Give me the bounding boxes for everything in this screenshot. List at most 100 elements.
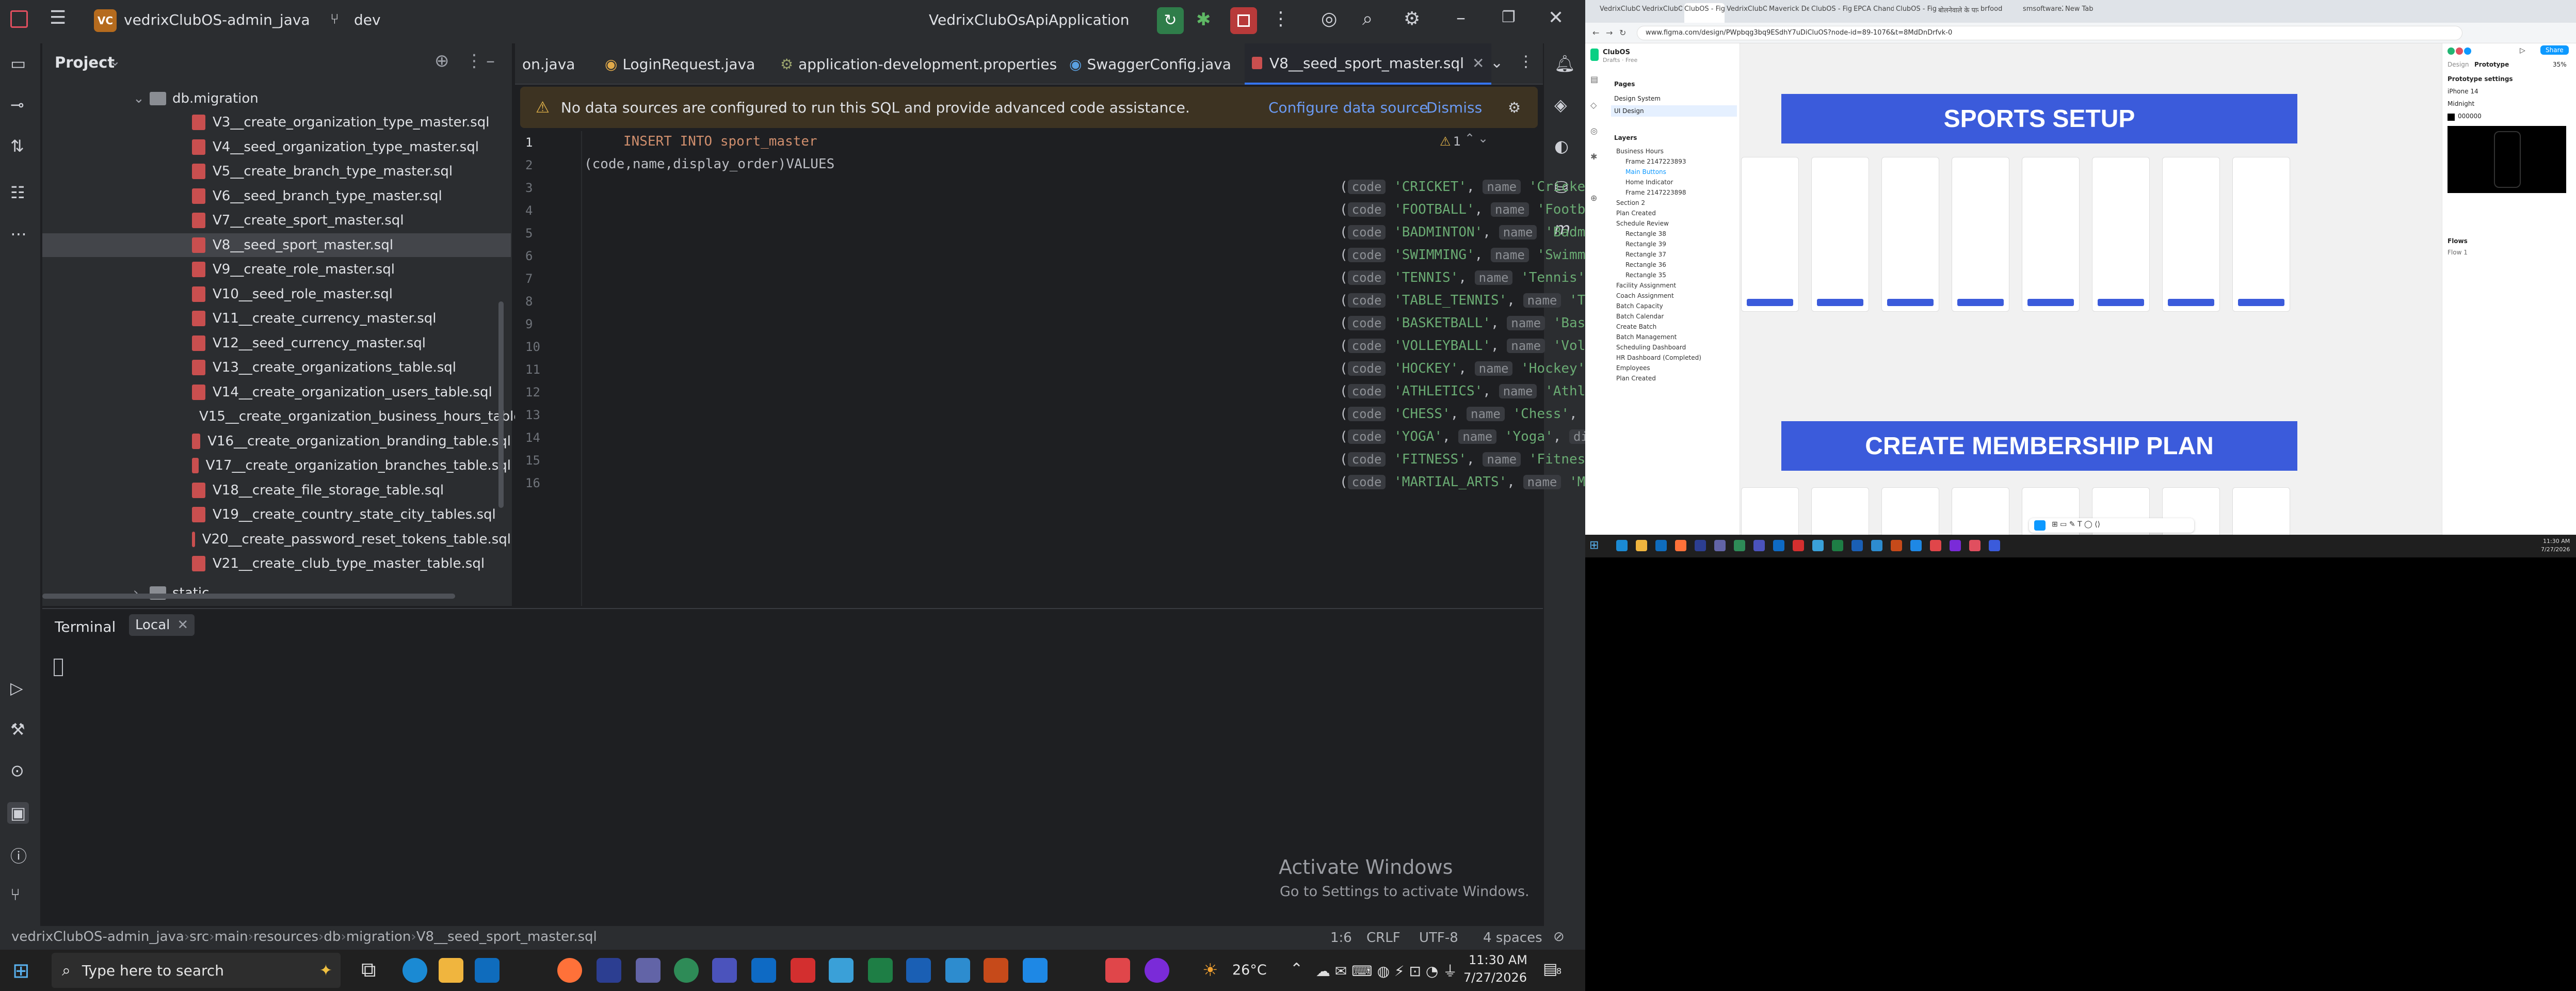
file-tool-icon[interactable]: ▤: [1590, 74, 1598, 84]
layer-item[interactable]: Scheduling Dashboard: [1616, 342, 1686, 353]
app-icon[interactable]: [945, 958, 970, 983]
taskbar-app-icon[interactable]: [1675, 540, 1686, 551]
phone-mockup[interactable]: [1881, 157, 1939, 312]
terminal-tool-icon[interactable]: ▣: [7, 802, 29, 824]
taskbar-app-icon[interactable]: [1989, 540, 2000, 551]
settings-icon[interactable]: ⚙: [1404, 8, 1420, 29]
breadcrumb-item[interactable]: migration: [346, 929, 411, 945]
search-icon[interactable]: ⌕: [1362, 8, 1373, 30]
file-item[interactable]: V11__create_currency_master.sql: [42, 307, 511, 330]
browser-tab[interactable]: ClubOS - Fig: [1684, 3, 1725, 23]
phone-mockup[interactable]: [1741, 487, 1799, 535]
zoom-level[interactable]: 35%: [2553, 61, 2567, 68]
file-item[interactable]: V6__seed_branch_type_master.sql: [42, 184, 511, 208]
banner-settings-icon[interactable]: ⚙: [1508, 99, 1521, 116]
tab-prototype[interactable]: Prototype: [2474, 61, 2509, 68]
hide-panel-icon[interactable]: –: [486, 51, 495, 71]
taskbar-app-icon[interactable]: [1930, 540, 1941, 551]
breadcrumb-item[interactable]: src: [189, 929, 209, 945]
configure-data-source-link[interactable]: Configure data source: [1268, 99, 1428, 116]
browser-tab[interactable]: New Tab: [2065, 5, 2105, 19]
inspection-warning-icon[interactable]: ⚠: [1440, 134, 1451, 149]
tree-folder-migration[interactable]: ⌄ db.migration: [42, 87, 511, 110]
phone-mockup[interactable]: [1741, 157, 1799, 312]
maximize-icon[interactable]: ❐: [1502, 8, 1516, 26]
tray-chevron-icon[interactable]: ⌃: [1290, 960, 1303, 978]
file-item[interactable]: V9__create_role_master.sql: [42, 258, 511, 281]
file-item[interactable]: V3__create_organization_type_master.sql: [42, 110, 511, 134]
section-title-membership[interactable]: CREATE MEMBERSHIP PLAN: [1781, 421, 2297, 471]
address-field[interactable]: www.figma.com/design/PWpbqg3bq9ESdhY7uDi…: [1637, 26, 2462, 40]
debug-icon[interactable]: ✱: [1196, 9, 1211, 30]
browser-tab[interactable]: VedrixClubOS - C: [1727, 5, 1767, 19]
taskbar-app-icon[interactable]: [1852, 540, 1863, 551]
tab-swagger-config[interactable]: ◉ SwaggerConfig.java: [1062, 43, 1238, 85]
panel-title[interactable]: Project: [55, 54, 115, 71]
clock-date[interactable]: 7/27/2026: [2541, 546, 2570, 553]
caret-position[interactable]: 1:6: [1330, 930, 1352, 946]
device-select[interactable]: iPhone 14: [2448, 88, 2478, 95]
layer-item[interactable]: Plan Created: [1616, 373, 1656, 384]
avatar[interactable]: [2448, 47, 2455, 55]
teams-icon[interactable]: [636, 958, 661, 983]
more-tools-icon[interactable]: ⋯: [10, 224, 27, 244]
styles-tool-icon[interactable]: ✱: [1590, 152, 1597, 162]
phone-mockup[interactable]: [2022, 157, 2080, 312]
phone-mockup[interactable]: [1811, 487, 1869, 535]
phone-mockup[interactable]: [1952, 157, 2009, 312]
file-item[interactable]: V14__create_organization_users_table.sql: [42, 380, 511, 404]
rerun-icon[interactable]: ↻: [1157, 7, 1184, 34]
browser-tab[interactable]: Maverick Desig: [1769, 5, 1809, 19]
browser-tab[interactable]: ClubOS - Figma: [1811, 5, 1852, 19]
reload-icon[interactable]: ↻: [1619, 28, 1626, 38]
layer-item[interactable]: Batch Calendar: [1616, 311, 1664, 322]
app-icon[interactable]: [1023, 958, 1048, 983]
app-icon[interactable]: [984, 958, 1008, 983]
taskbar-app-icon[interactable]: [1871, 540, 1882, 551]
layer-item[interactable]: Plan Created: [1616, 207, 1656, 219]
breadcrumb-item[interactable]: V8__seed_sport_master.sql: [416, 929, 597, 945]
close-icon[interactable]: ✕: [177, 617, 188, 633]
move-tool-icon[interactable]: [2034, 520, 2046, 531]
layer-item[interactable]: Facility Assignment: [1616, 280, 1676, 291]
layer-item[interactable]: Batch Management: [1616, 331, 1677, 343]
phone-mockup[interactable]: [2232, 157, 2290, 312]
layer-item[interactable]: Section 2: [1616, 197, 1645, 209]
panel-options-icon[interactable]: ⋮: [465, 51, 483, 71]
close-tab-icon[interactable]: ✕: [1472, 55, 1484, 72]
branch-name[interactable]: dev: [354, 11, 381, 28]
edge-icon[interactable]: [403, 958, 427, 983]
taskbar-app-icon[interactable]: [1753, 540, 1765, 551]
prev-highlight-icon[interactable]: ⌃: [1464, 131, 1475, 146]
assets-tool-icon[interactable]: ◇: [1590, 100, 1597, 110]
structure-icon[interactable]: ☷: [10, 183, 25, 202]
terminal-tab-local[interactable]: Local ✕: [129, 614, 195, 636]
project-name[interactable]: vedrixClubOS-admin_java: [124, 11, 310, 28]
layer-item[interactable]: Rectangle 38: [1625, 228, 1666, 239]
file-item[interactable]: V4__seed_organization_type_master.sql: [42, 135, 511, 159]
taskbar-app-icon[interactable]: [1793, 540, 1804, 551]
share-button[interactable]: Share: [2540, 45, 2569, 55]
file-item[interactable]: V19__create_country_state_city_tables.sq…: [42, 503, 511, 526]
file-item[interactable]: V7__create_sport_master.sql: [42, 209, 511, 232]
file-item[interactable]: V8__seed_sport_master.sql: [42, 233, 511, 257]
figma-tools[interactable]: ⊞ ▭ ✎ T ◯ ⟨⟩: [2052, 520, 2100, 529]
outlook-icon[interactable]: [475, 958, 500, 983]
tray-icons[interactable]: ☁ ✉ ⌨ ◍ ⚡ ⊡ ◔ ⏚: [1316, 960, 1457, 981]
tab-on-java[interactable]: on.java: [515, 43, 582, 85]
phone-mockup[interactable]: [1881, 487, 1939, 535]
tabs-dropdown-icon[interactable]: ⌄: [1490, 54, 1503, 72]
figma-logo-icon[interactable]: [1590, 49, 1599, 61]
section-title-sports-setup[interactable]: SPORTS SETUP: [1781, 94, 2297, 143]
taskbar-app-icon[interactable]: [1636, 540, 1647, 551]
taskbar-app-icon[interactable]: [1891, 540, 1902, 551]
avatar[interactable]: [2464, 47, 2471, 55]
phone-mockup[interactable]: [1811, 157, 1869, 312]
gradle-icon[interactable]: ◐: [1554, 136, 1569, 156]
forward-icon[interactable]: →: [1606, 28, 1613, 38]
phone-mockup[interactable]: [2092, 157, 2150, 312]
excel-icon[interactable]: [868, 958, 893, 983]
layer-item[interactable]: Rectangle 35: [1625, 269, 1666, 281]
taskbar-app-icon[interactable]: [1734, 540, 1745, 551]
layer-item[interactable]: Main Buttons: [1625, 166, 1666, 178]
